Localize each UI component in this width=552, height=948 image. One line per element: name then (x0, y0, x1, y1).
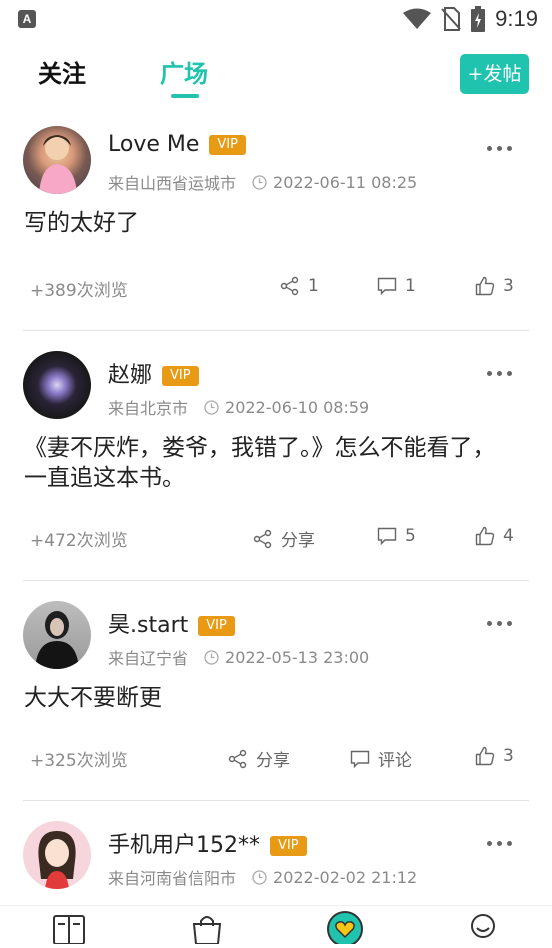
view-count: +325次浏览 (30, 751, 128, 771)
top-bar: 关注 广场 +发帖 (0, 38, 552, 106)
post-time: 2022-06-10 08:59 (225, 397, 370, 417)
share-label: 1 (308, 276, 319, 296)
post-card[interactable]: Love Me VIP 来自山西省运城市 2022-06-11 08:25 写的太… (0, 106, 552, 331)
post-time: 2022-06-11 08:25 (273, 172, 418, 192)
active-tab-indicator (171, 94, 199, 98)
new-post-button[interactable]: +发帖 (460, 54, 529, 94)
post-content: 大大不要断更 (24, 685, 162, 711)
like-button[interactable]: 3 (475, 276, 514, 296)
post-meta: 来自山西省运城市 2022-06-11 08:25 (108, 170, 417, 194)
clock-icon (204, 399, 219, 415)
post-location: 来自山西省运城市 (108, 174, 237, 193)
more-options-icon[interactable] (487, 146, 512, 151)
avatar[interactable] (23, 351, 91, 419)
status-right-group: 9:19 (403, 4, 538, 34)
username-text: Love Me (108, 132, 200, 157)
like-count: 3 (503, 276, 514, 296)
like-button[interactable]: 4 (475, 526, 514, 546)
username: 赵娜 VIP (108, 357, 199, 389)
clock-icon (252, 174, 267, 190)
avatar[interactable] (23, 601, 91, 669)
avatar[interactable] (23, 126, 91, 194)
comment-label: 5 (405, 526, 416, 546)
username: 昊.start VIP (108, 607, 235, 639)
vip-badge: VIP (162, 366, 199, 386)
post-meta: 来自辽宁省 2022-05-13 23:00 (108, 645, 369, 669)
no-sim-icon (441, 7, 461, 31)
post-meta: 来自河南省信阳市 2022-02-02 21:12 (108, 865, 417, 889)
post-location: 来自北京市 (108, 399, 189, 418)
wifi-icon (403, 8, 432, 29)
username: Love Me VIP (108, 132, 246, 157)
post-card[interactable]: 手机用户152** VIP 来自河南省信阳市 2022-02-02 21:12 (0, 801, 552, 901)
post-feed: Love Me VIP 来自山西省运城市 2022-06-11 08:25 写的太… (0, 106, 552, 901)
more-options-icon[interactable] (487, 841, 512, 846)
status-bar: A 9:19 (0, 0, 552, 38)
vip-badge: VIP (209, 135, 246, 155)
bottom-nav (0, 905, 552, 947)
battery-charging-icon (471, 6, 486, 32)
like-count: 3 (503, 746, 514, 766)
thumbs-up-icon (475, 526, 495, 546)
comment-label: 1 (405, 276, 416, 296)
like-count: 4 (503, 526, 514, 546)
comment-icon (350, 750, 370, 768)
share-button[interactable]: 1 (280, 276, 319, 296)
clock-icon (252, 869, 267, 885)
username-text: 手机用户152** (108, 833, 260, 858)
more-options-icon[interactable] (487, 371, 512, 376)
share-icon (253, 529, 272, 548)
comment-button[interactable]: 1 (377, 276, 416, 296)
post-time: 2022-02-02 21:12 (273, 867, 418, 887)
thumbs-up-icon (475, 746, 495, 766)
post-card[interactable]: 昊.start VIP 来自辽宁省 2022-05-13 23:00 大大不要断更… (0, 581, 552, 801)
username-text: 赵娜 (108, 363, 153, 388)
post-location: 来自河南省信阳市 (108, 869, 237, 888)
comment-label: 评论 (378, 751, 412, 771)
status-time: 9:19 (495, 6, 538, 31)
post-meta: 来自北京市 2022-06-10 08:59 (108, 395, 369, 419)
vip-badge: VIP (198, 616, 235, 636)
view-count: +389次浏览 (30, 281, 128, 301)
app-notification-icon: A (18, 10, 36, 28)
comment-button[interactable]: 评论 (350, 746, 412, 771)
username: 手机用户152** VIP (108, 827, 307, 859)
clock-icon (204, 649, 219, 665)
vip-badge: VIP (270, 836, 307, 856)
username-text: 昊.start (108, 613, 189, 638)
share-button[interactable]: 分享 (253, 526, 315, 551)
post-time: 2022-05-13 23:00 (225, 647, 370, 667)
comment-icon (377, 277, 397, 296)
post-location: 来自辽宁省 (108, 649, 189, 668)
post-card[interactable]: 赵娜 VIP 来自北京市 2022-06-10 08:59 《妻不厌炸，娄爷，我错… (0, 331, 552, 581)
share-button[interactable]: 分享 (228, 746, 290, 771)
comment-button[interactable]: 5 (377, 526, 416, 546)
thumbs-up-icon (475, 276, 495, 296)
square-heart-icon[interactable] (326, 910, 364, 948)
tab-follow[interactable]: 关注 (38, 54, 86, 89)
share-icon (228, 749, 247, 768)
like-button[interactable]: 3 (475, 746, 514, 766)
post-content: 《妻不厌炸，娄爷，我错了。》怎么不能看了，一直追这本书。 (24, 435, 496, 491)
share-label: 分享 (256, 751, 290, 771)
avatar[interactable] (23, 821, 91, 889)
tab-square[interactable]: 广场 (160, 54, 208, 89)
comment-icon (377, 527, 397, 546)
share-icon (280, 276, 299, 296)
more-options-icon[interactable] (487, 621, 512, 626)
view-count: +472次浏览 (30, 531, 128, 551)
share-label: 分享 (281, 531, 315, 551)
post-content: 写的太好了 (24, 210, 139, 236)
